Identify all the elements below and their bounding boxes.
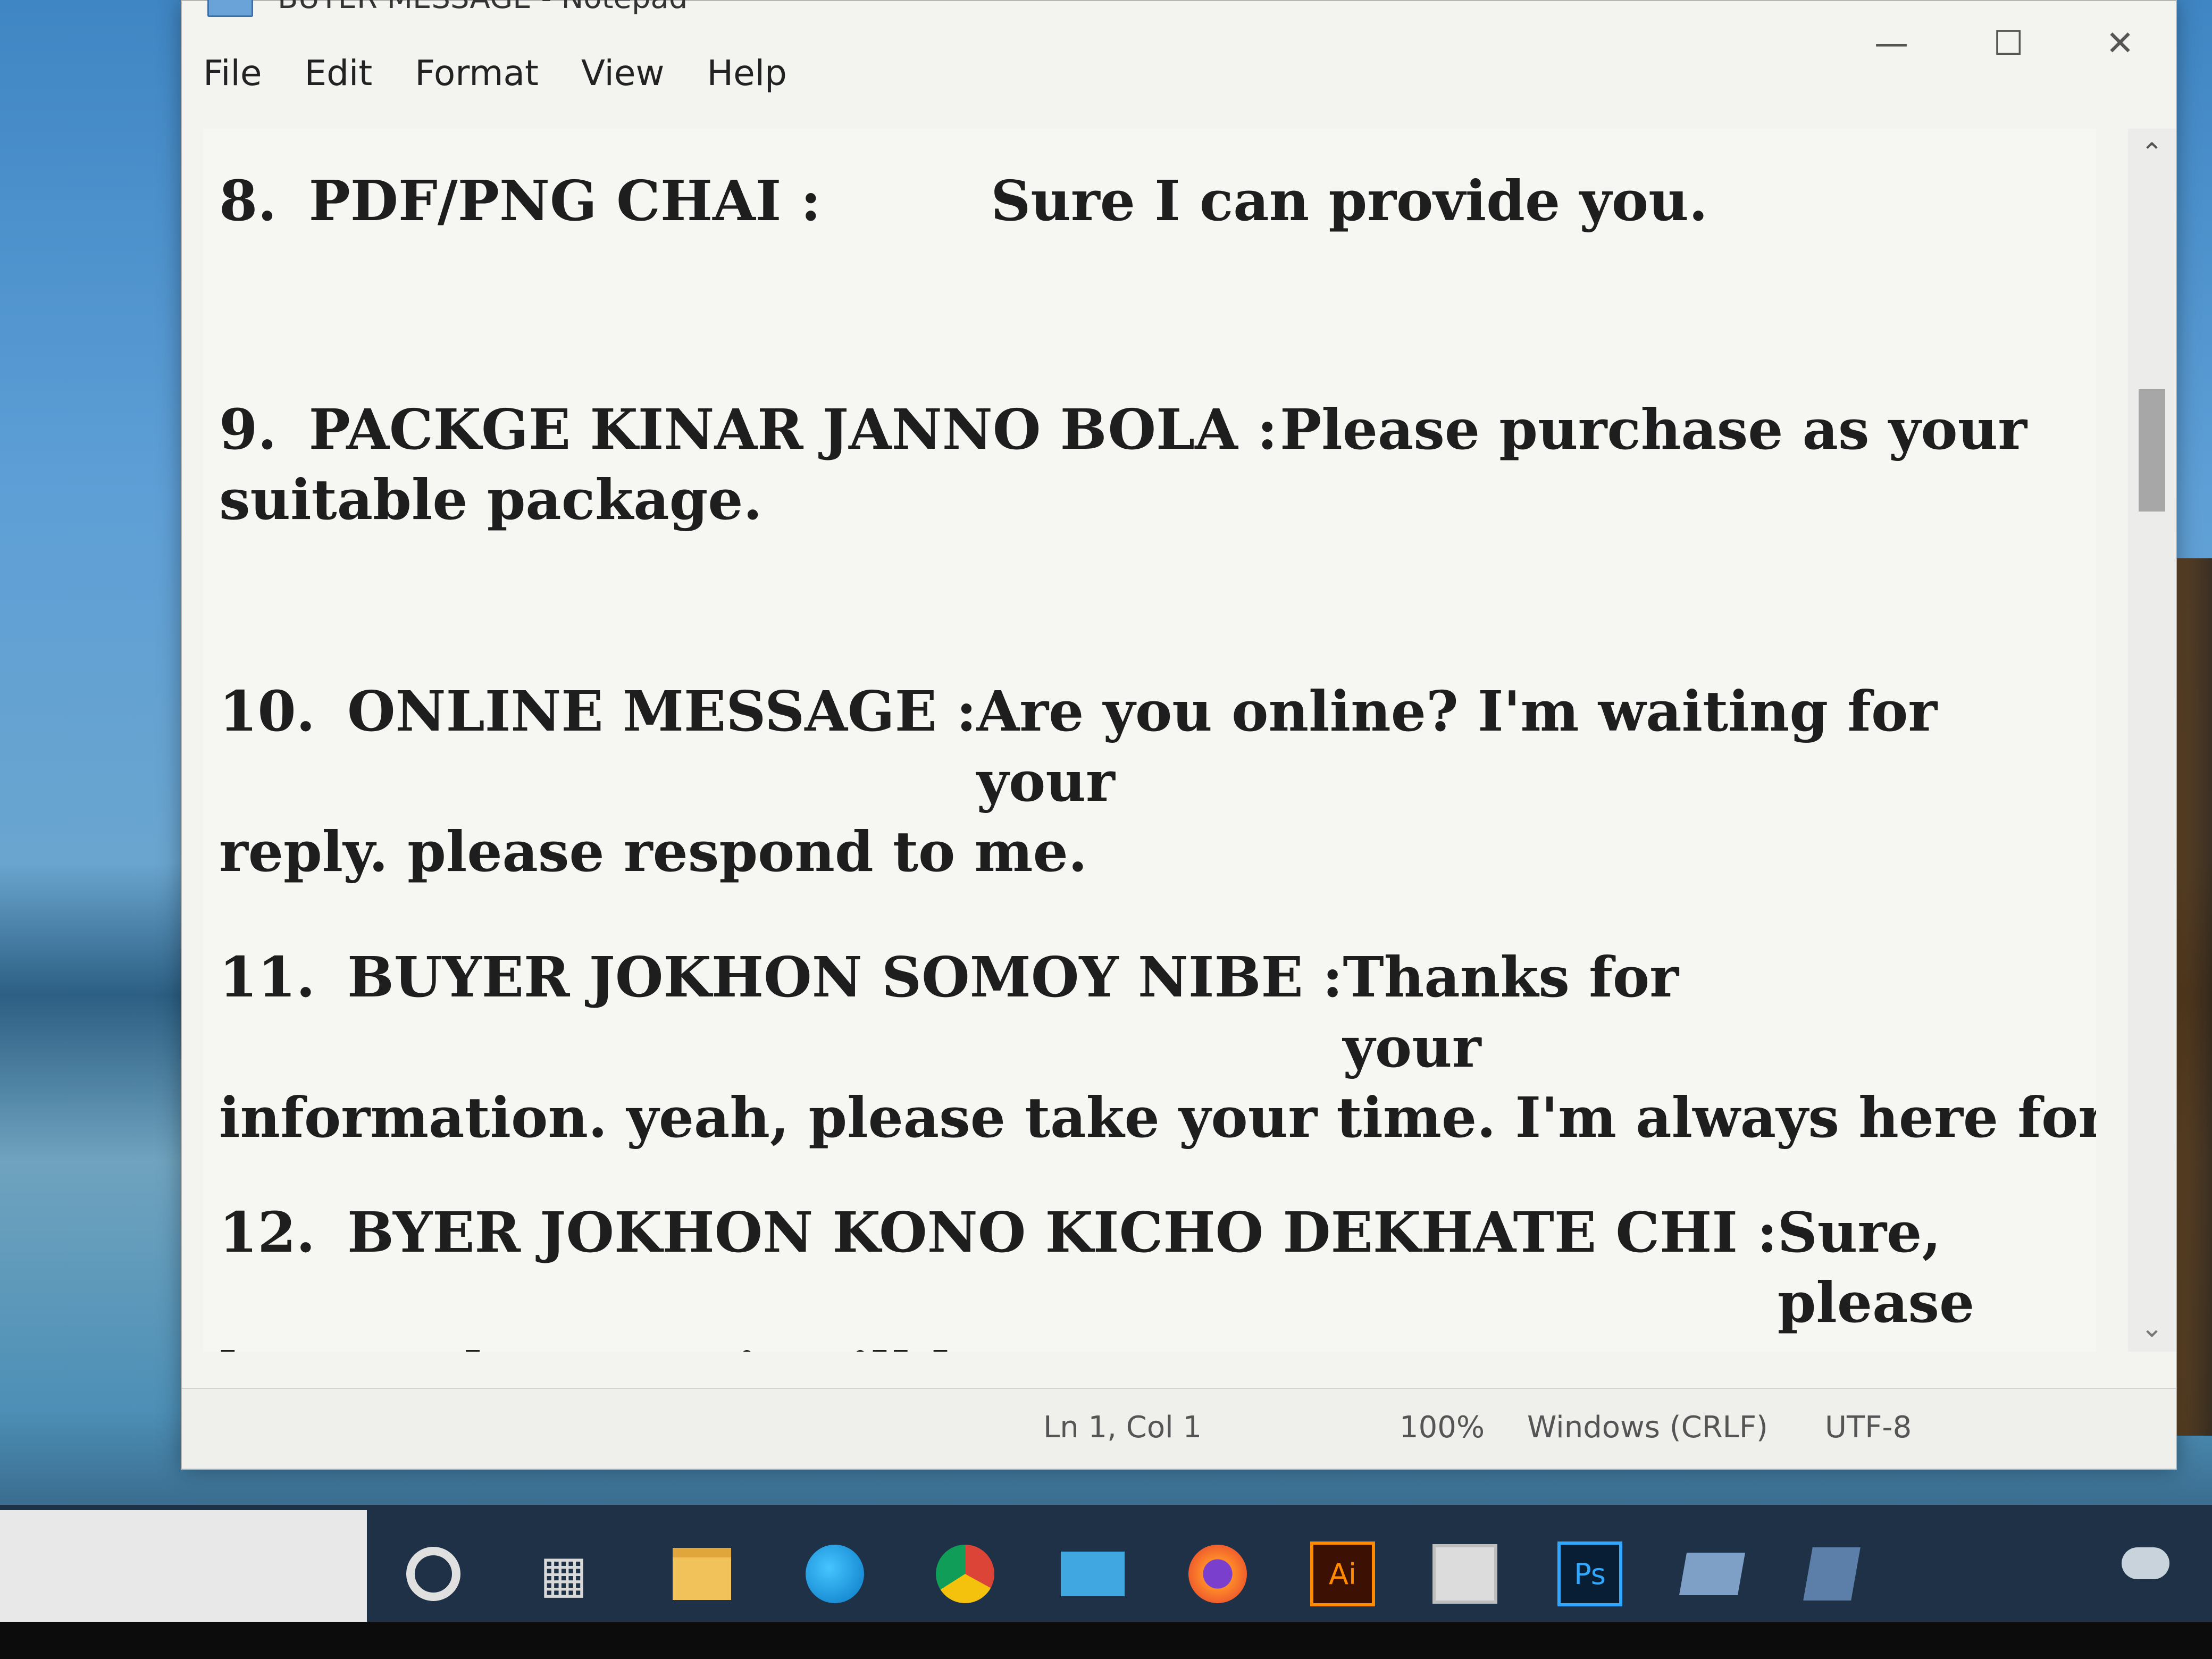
app-icon[interactable]	[1792, 1534, 1872, 1614]
task-view-icon[interactable]: ▦	[524, 1534, 604, 1614]
menu-bar: File Edit Format View Help	[203, 44, 830, 102]
entry-reply: Are you online? I'm waiting for your	[976, 678, 1938, 814]
firefox-icon[interactable]	[1178, 1534, 1258, 1614]
notepad-app-icon	[207, 0, 253, 17]
entry-label: PACKGE KINAR JANNO BOLA :	[308, 397, 1278, 462]
notepad-window: BUYER MESSAGE - Notepad — ☐ ✕ File Edit …	[181, 0, 2177, 1470]
app-icon[interactable]	[1672, 1534, 1752, 1614]
message-entry: 9. PACKGE KINAR JANNO BOLA : Please purch…	[219, 395, 2080, 535]
message-entry: 11. BUYER JOKHON SOMOY NIBE : Thanks for …	[219, 942, 2096, 1153]
scroll-up-icon[interactable]: ⌃	[2128, 129, 2176, 177]
maximize-icon: ☐	[1993, 24, 2024, 63]
chrome-icon[interactable]	[925, 1534, 1005, 1614]
entry-reply: Sure I can provide you.	[991, 168, 1708, 233]
entry-reply: Sure, please	[1777, 1200, 1975, 1335]
maximize-button[interactable]: ☐	[1968, 12, 2048, 76]
minimize-icon: —	[1874, 24, 1908, 63]
menu-file[interactable]: File	[203, 53, 262, 94]
entry-number: 9.	[219, 397, 277, 462]
taskbar-search-box[interactable]	[0, 1510, 367, 1622]
close-icon: ✕	[2106, 24, 2134, 63]
menu-help[interactable]: Help	[707, 53, 786, 94]
close-button[interactable]: ✕	[2080, 12, 2160, 76]
window-title: BUYER MESSAGE - Notepad	[278, 0, 688, 15]
entry-label: BUYER JOKHON SOMOY NIBE :	[347, 944, 1343, 1010]
message-entry: 12. BYER JOKHON KONO KICHO DEKHATE CHI : …	[219, 1197, 2080, 1352]
file-explorer-icon[interactable]	[662, 1534, 742, 1614]
edge-icon[interactable]	[795, 1534, 875, 1614]
entry-reply-continued: suitable package.	[219, 467, 763, 532]
menu-format[interactable]: Format	[415, 53, 539, 94]
status-position: Ln 1, Col 1	[1043, 1410, 1202, 1445]
vertical-scrollbar[interactable]: ⌃ ⌄	[2128, 129, 2176, 1352]
entry-number: 10.	[219, 678, 315, 744]
status-line-ending: Windows (CRLF)	[1527, 1410, 1768, 1445]
menu-edit[interactable]: Edit	[304, 53, 372, 94]
entry-label: ONLINE MESSAGE :	[347, 678, 977, 744]
entry-reply: Thanks for your	[1343, 944, 1679, 1080]
entry-number: 12.	[219, 1200, 315, 1265]
entry-label: PDF/PNG CHAI :	[308, 168, 822, 233]
onedrive-icon[interactable]	[2122, 1547, 2169, 1579]
menu-view[interactable]: View	[581, 53, 665, 94]
entry-reply-continued: reply. please respond to me.	[219, 819, 1087, 884]
entry-reply-continued: information. yeah, please take your time…	[219, 1085, 2096, 1150]
scroll-thumb[interactable]	[2139, 389, 2165, 512]
entry-reply-continued: let me show you it will be great!	[219, 1338, 2080, 1352]
entry-label: BYER JOKHON KONO KICHO DEKHATE CHI :	[347, 1200, 1778, 1265]
mail-icon[interactable]	[1053, 1534, 1133, 1614]
message-entry: 8. PDF/PNG CHAI : Sure I can provide you.	[219, 166, 2080, 236]
scroll-down-icon[interactable]: ⌄	[2128, 1304, 2176, 1352]
cortana-icon[interactable]	[393, 1534, 473, 1614]
status-encoding: UTF-8	[1825, 1410, 1912, 1445]
entry-number: 8.	[219, 168, 277, 233]
text-editor[interactable]: 8. PDF/PNG CHAI : Sure I can provide you.…	[203, 129, 2096, 1352]
photoshop-icon[interactable]: Ps	[1550, 1534, 1630, 1614]
status-bar: Ln 1, Col 1 100% Windows (CRLF) UTF-8	[182, 1388, 2176, 1469]
status-zoom: 100%	[1400, 1410, 1485, 1445]
screen-bezel	[0, 1622, 2212, 1659]
entry-reply: Please purchase as your	[1280, 397, 2027, 462]
message-entry: 10. ONLINE MESSAGE : Are you online? I'm …	[219, 676, 2080, 887]
minimize-button[interactable]: —	[1851, 12, 1931, 76]
title-bar[interactable]: BUYER MESSAGE - Notepad — ☐ ✕	[182, 0, 2176, 63]
entry-number: 11.	[219, 944, 315, 1010]
store-icon[interactable]	[1425, 1534, 1505, 1614]
illustrator-icon[interactable]: Ai	[1303, 1534, 1382, 1614]
